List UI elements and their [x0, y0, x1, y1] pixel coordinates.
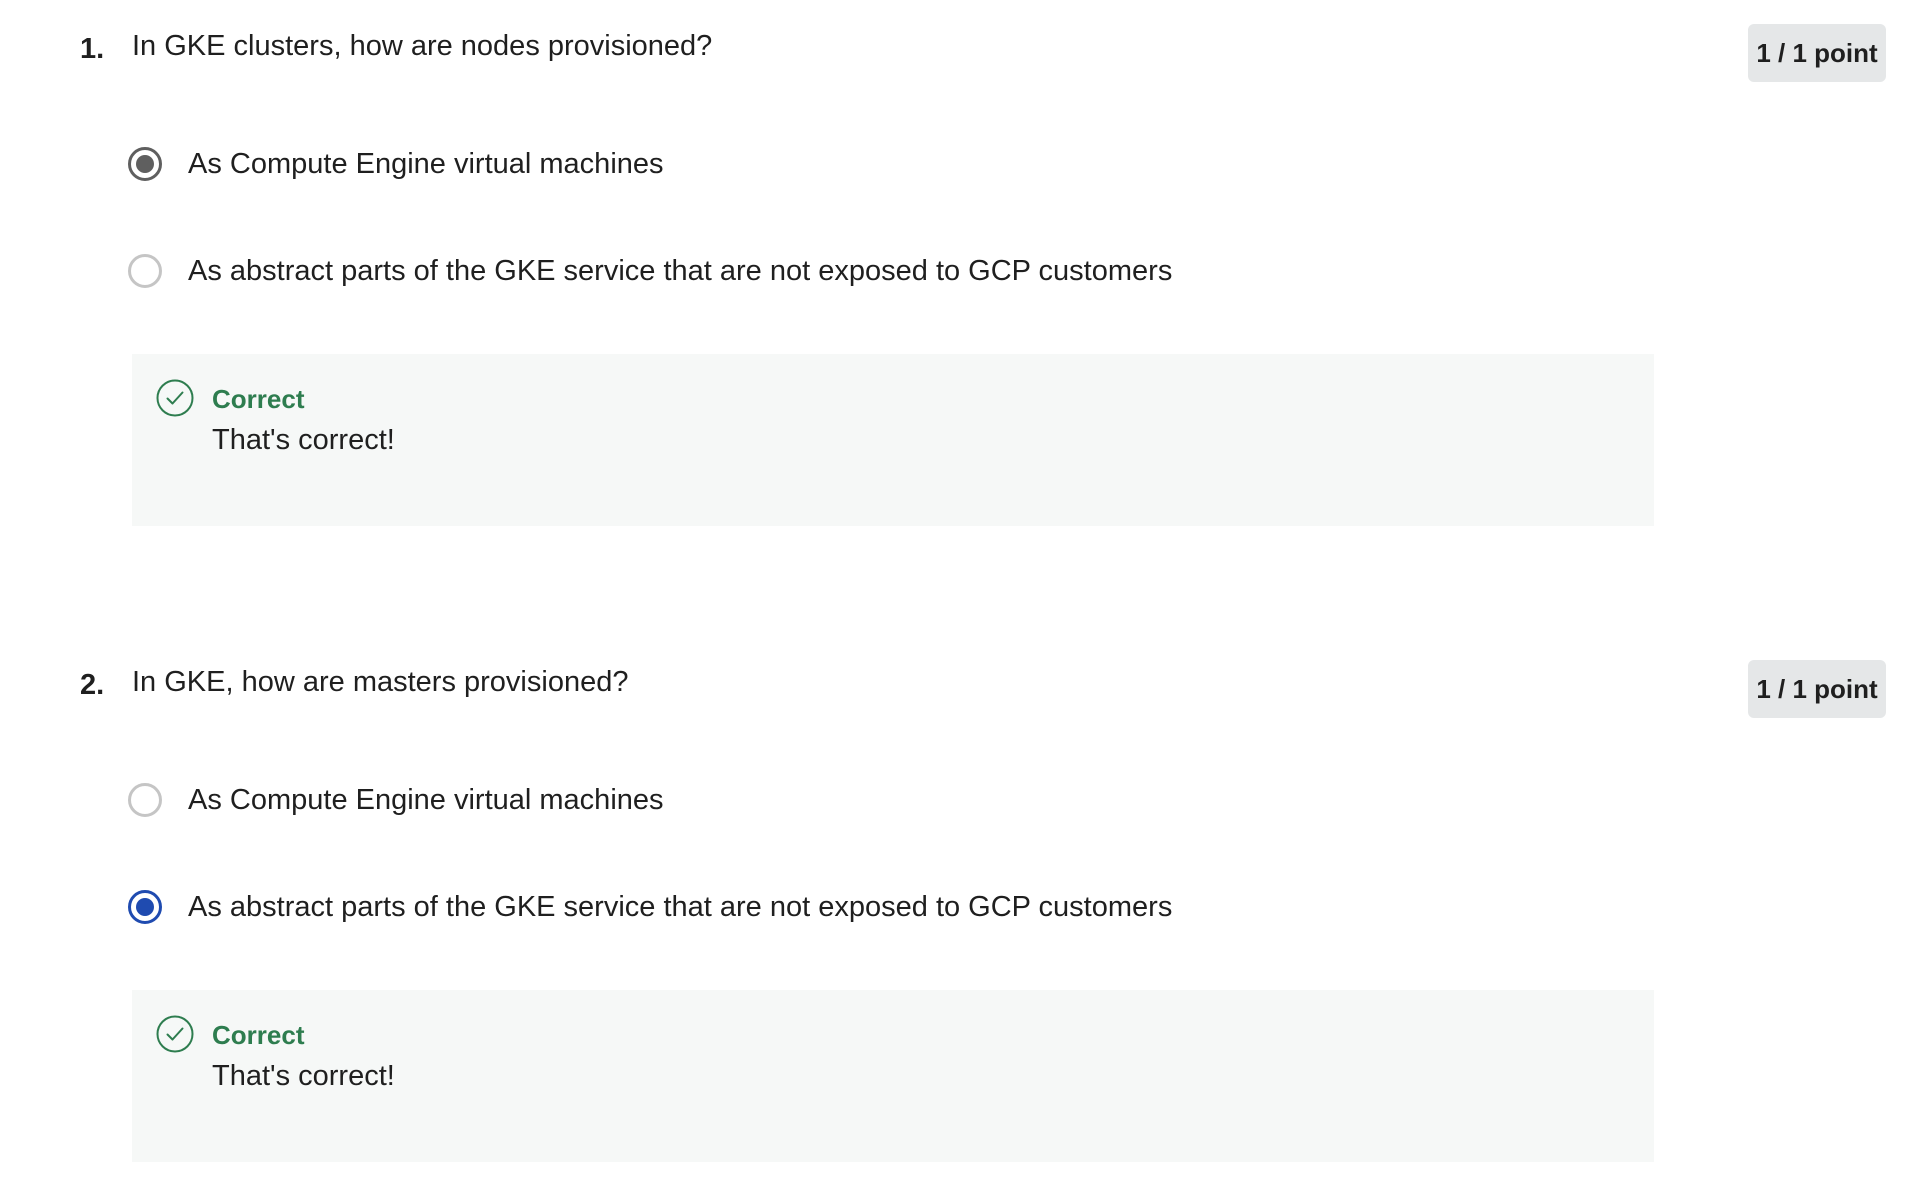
option-label: As abstract parts of the GKE service tha…	[188, 254, 1173, 287]
option-abstract-gke-parts[interactable]: As abstract parts of the GKE service tha…	[128, 883, 1172, 931]
option-label: As abstract parts of the GKE service tha…	[188, 890, 1173, 923]
radio-button-selected[interactable]	[128, 147, 162, 181]
points-badge: 1 / 1 point	[1748, 24, 1886, 82]
option-abstract-gke-parts[interactable]: As abstract parts of the GKE service tha…	[128, 247, 1172, 295]
radio-button[interactable]	[128, 254, 162, 288]
feedback-title: Correct	[212, 384, 305, 414]
feedback-title: Correct	[212, 1020, 305, 1050]
check-circle-icon	[156, 379, 194, 417]
question-text: In GKE, how are masters provisioned?	[132, 666, 629, 698]
question-number: 2.	[80, 669, 105, 701]
option-label: As Compute Engine virtual machines	[188, 783, 664, 816]
feedback-text: That's correct!	[212, 424, 395, 456]
option-label: As Compute Engine virtual machines	[188, 147, 664, 180]
feedback-box: Correct That's correct!	[132, 990, 1654, 1162]
question-text: In GKE clusters, how are nodes provision…	[132, 30, 713, 62]
radio-button[interactable]	[128, 783, 162, 817]
option-compute-engine-vm[interactable]: As Compute Engine virtual machines	[128, 776, 664, 824]
points-badge: 1 / 1 point	[1748, 660, 1886, 718]
question-number: 1.	[80, 33, 105, 65]
feedback-box: Correct That's correct!	[132, 354, 1654, 526]
feedback-text: That's correct!	[212, 1060, 395, 1092]
check-circle-icon	[156, 1015, 194, 1053]
radio-button-selected[interactable]	[128, 890, 162, 924]
option-compute-engine-vm[interactable]: As Compute Engine virtual machines	[128, 140, 664, 188]
